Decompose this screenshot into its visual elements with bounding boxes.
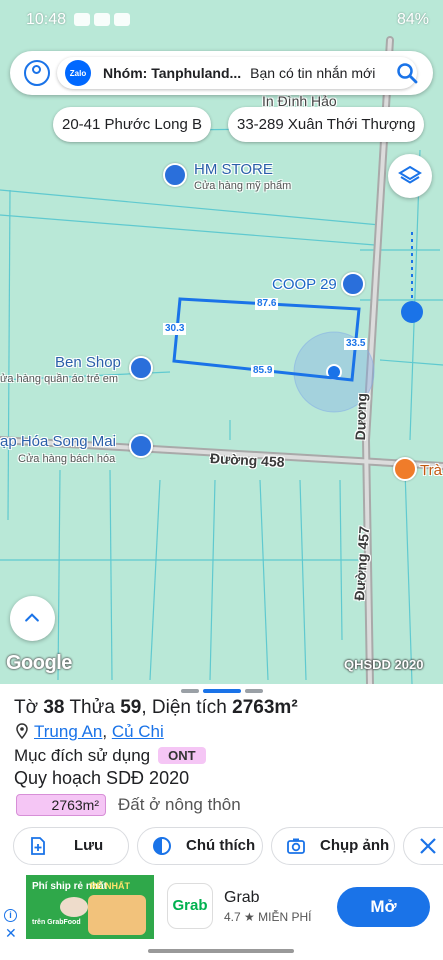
land-purpose: Mục đích sử dụng ONT bbox=[14, 746, 206, 766]
parcel-title: Tờ 38 Thửa 59, Diện tích 2763m² bbox=[14, 697, 298, 719]
area-value: 2763m² bbox=[232, 697, 298, 718]
search-bar[interactable]: Zalo Nhóm: Tanphuland... Bạn có tin nhắn… bbox=[10, 51, 433, 95]
status-bar: 10:48 84% bbox=[0, 0, 443, 40]
food-image bbox=[88, 895, 146, 935]
ad-rating: 4.7 ★ MIỄN PHÍ bbox=[224, 910, 312, 924]
map-base bbox=[0, 36, 443, 684]
area-label: , Diện tích bbox=[141, 697, 227, 718]
poi-ben-shop-category: ửa hàng quần áo trẻ em bbox=[0, 373, 119, 385]
thua-label: Thửa bbox=[69, 697, 115, 718]
status-battery: 84% bbox=[396, 11, 429, 28]
open-button[interactable]: Mở bbox=[337, 887, 430, 927]
screenshot-button[interactable]: Chụp ảnh bbox=[271, 827, 395, 865]
ad-banner[interactable]: i ✕ Phí ship rẻ nhất trên GrabFood RẺ NH… bbox=[0, 873, 443, 941]
purpose-badge: ONT bbox=[158, 747, 206, 764]
contrast-icon bbox=[153, 837, 171, 855]
layers-icon bbox=[398, 165, 422, 184]
planning-area-badge: 2763m² bbox=[16, 794, 106, 816]
ad-promo-badge: RẺ NHẤT bbox=[90, 881, 130, 891]
location-pin-icon bbox=[16, 723, 28, 739]
ad-app-name: Grab bbox=[224, 889, 260, 906]
cafe-pin-icon[interactable] bbox=[393, 457, 417, 481]
poi-ben-shop[interactable]: Ben Shop bbox=[55, 354, 121, 371]
plot-dim-right: 33.5 bbox=[344, 338, 368, 350]
shop-pin-icon[interactable] bbox=[129, 356, 153, 380]
legend-label: Chú thích bbox=[186, 837, 256, 854]
ad-image[interactable]: Phí ship rẻ nhất trên GrabFood RẺ NHẤT bbox=[26, 875, 154, 939]
zalo-icon: Zalo bbox=[65, 60, 91, 86]
close-icon[interactable]: ✕ bbox=[5, 925, 17, 942]
cart-pin-icon[interactable] bbox=[341, 272, 365, 296]
layer-label: QHSDD 2020 bbox=[344, 657, 424, 672]
expand-up-button[interactable] bbox=[10, 596, 55, 641]
poi-song-mai-category: Cửa hàng bách hóa bbox=[18, 453, 116, 465]
ward-link[interactable]: Trung An bbox=[34, 722, 102, 741]
plot-dim-top: 87.6 bbox=[255, 298, 279, 310]
add-doc-icon bbox=[31, 837, 45, 855]
plot-dim-left: 30.3 bbox=[163, 323, 187, 335]
gesture-bar bbox=[0, 941, 443, 960]
to-label: Tờ bbox=[14, 697, 39, 718]
shop-pin-icon[interactable] bbox=[129, 434, 153, 458]
chevron-up-icon bbox=[25, 613, 39, 622]
profile-icon[interactable] bbox=[24, 60, 50, 86]
tools-icon bbox=[420, 838, 436, 854]
sheet-handle[interactable] bbox=[181, 689, 263, 693]
status-notification-icons bbox=[74, 13, 130, 26]
more-tools-button[interactable] bbox=[403, 827, 443, 865]
planning-use: Đất ở nông thôn bbox=[118, 795, 241, 814]
legend-button[interactable]: Chú thích bbox=[137, 827, 263, 865]
save-button[interactable]: Lưu bbox=[13, 827, 129, 865]
poi-coop-29[interactable]: COOP 29 bbox=[272, 276, 337, 293]
plot-dim-bottom: 85.9 bbox=[251, 365, 275, 377]
status-time: 10:48 bbox=[26, 11, 67, 28]
map-view[interactable]: 10:48 84% In Đình Hảo Zalo Nhóm: Tanphul… bbox=[0, 0, 443, 684]
info-icon[interactable]: i bbox=[4, 909, 17, 922]
store-pin-icon[interactable] bbox=[163, 163, 187, 187]
screenshot-label: Chụp ảnh bbox=[320, 837, 390, 854]
district-link[interactable]: Củ Chi bbox=[112, 722, 164, 741]
poi-tra[interactable]: Trà bbox=[420, 462, 442, 479]
camera-icon bbox=[287, 838, 305, 854]
grab-logo[interactable]: Grab bbox=[167, 883, 213, 929]
notification-message: Bạn có tin nhắn mới bbox=[250, 65, 376, 81]
ad-promo-sub: trên GrabFood bbox=[32, 919, 81, 926]
purpose-label: Mục đích sử dụng bbox=[14, 746, 151, 765]
poi-song-mai[interactable]: ạp Hóa Song Mai bbox=[0, 433, 116, 450]
search-icon[interactable] bbox=[395, 61, 419, 85]
address-chip-1[interactable]: 20-41 Phước Long B bbox=[53, 107, 211, 142]
food-image bbox=[60, 897, 88, 917]
poi-hm-store[interactable]: HM STORE bbox=[194, 161, 273, 178]
road-duong: Dương bbox=[352, 392, 370, 441]
layers-button[interactable] bbox=[388, 154, 432, 198]
planning-title: Quy hoạch SDĐ 2020 bbox=[14, 768, 190, 788]
parcel-location: Trung An, Củ Chi bbox=[16, 722, 164, 742]
save-label: Lưu bbox=[74, 837, 104, 854]
address-chip-2[interactable]: 33-289 Xuân Thới Thượng bbox=[228, 107, 425, 142]
to-value: 38 bbox=[43, 697, 65, 718]
google-logo: Google bbox=[6, 652, 72, 674]
zalo-notification[interactable]: Zalo Nhóm: Tanphuland... Bạn có tin nhắn… bbox=[57, 57, 417, 89]
thua-value: 59 bbox=[120, 697, 142, 718]
poi-hm-store-category: Cửa hàng mỹ phẩm bbox=[194, 180, 292, 192]
notification-title: Nhóm: Tanphuland... bbox=[103, 65, 242, 81]
